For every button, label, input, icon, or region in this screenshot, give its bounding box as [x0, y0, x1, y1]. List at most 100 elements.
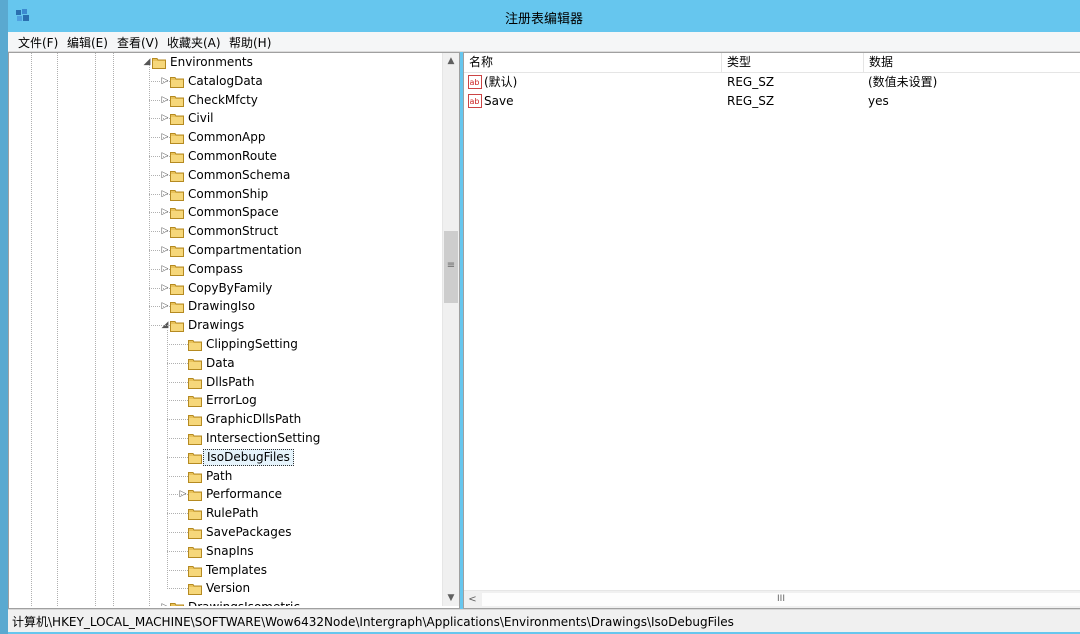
tree-node[interactable]: ▷ CommonShip — [9, 185, 439, 204]
tree-guide-line — [167, 550, 188, 552]
tree-guide-line — [167, 344, 188, 345]
column-type[interactable]: 类型 — [722, 53, 864, 72]
menu-help[interactable]: 帮助(H) — [227, 33, 273, 52]
tree-node-label: Compartmentation — [188, 243, 302, 257]
tree-node[interactable]: Path — [9, 467, 439, 486]
tree-guide-line — [149, 306, 170, 308]
tree-node[interactable]: RulePath — [9, 504, 439, 523]
value-type: REG_SZ — [727, 75, 775, 89]
folder-icon — [170, 282, 184, 295]
tree-node-label: ErrorLog — [206, 393, 257, 408]
scroll-up-button[interactable]: ▲ — [443, 53, 459, 69]
tree-node-label: IsoDebugFiles — [203, 448, 294, 466]
tree-node[interactable]: Version — [9, 579, 439, 598]
list-horizontal-scrollbar[interactable]: < III — [464, 590, 1080, 608]
folder-icon — [188, 451, 202, 464]
tree-node-label: CommonStruct — [188, 224, 279, 239]
list-header: 名称 类型 数据 — [464, 53, 1080, 73]
tree-node-label: CommonApp — [188, 130, 266, 145]
tree-node[interactable]: ClippingSetting — [9, 335, 439, 354]
tree-node[interactable]: ▷ CheckMfcty — [9, 91, 439, 110]
tree-node[interactable]: Templates — [9, 561, 439, 580]
tree-node-label: Path — [206, 468, 233, 483]
tree-node-label: GraphicDllsPath — [206, 412, 302, 427]
svg-text:ab: ab — [470, 78, 480, 87]
tree-node[interactable]: Data — [9, 354, 439, 373]
string-value-icon: ab — [468, 75, 482, 89]
folder-icon — [188, 470, 202, 483]
folder-icon — [188, 582, 202, 596]
value-data: (数值未设置) — [868, 75, 938, 89]
tree-node-label: CommonSchema — [188, 167, 291, 182]
tree-node[interactable]: ▷ CommonRoute — [9, 147, 439, 166]
tree-node-label: RulePath — [206, 506, 259, 521]
title-bar[interactable]: 注册表编辑器 — [8, 0, 1080, 32]
tree-guide-line — [167, 456, 188, 458]
tree-node-label: Version — [206, 581, 251, 596]
collapse-arrow-icon[interactable]: ◢ — [142, 53, 152, 72]
column-data[interactable]: 数据 — [864, 53, 1080, 72]
folder-icon — [170, 300, 184, 314]
tree-node[interactable]: ▷ CommonSchema — [9, 166, 439, 185]
scroll-left-button[interactable]: < — [464, 591, 481, 608]
menu-view[interactable]: 查看(V) — [115, 33, 161, 52]
tree-node-label: Drawings — [188, 318, 245, 333]
scroll-down-button[interactable]: ▼ — [443, 590, 459, 606]
tree-node[interactable]: ErrorLog — [9, 391, 439, 410]
menu-edit[interactable]: 编辑(E) — [65, 33, 110, 52]
string-value-icon: ab — [468, 94, 482, 108]
tree-node-label: CommonRoute — [188, 149, 277, 163]
tree-vertical-scrollbar[interactable]: ▲ ≡ ▼ — [442, 53, 459, 606]
tree-node[interactable]: ▷ CommonSpace — [9, 203, 439, 222]
tree-node[interactable]: ▷ Compartmentation — [9, 241, 439, 260]
tree-node[interactable]: ▷ CommonStruct — [9, 222, 439, 241]
expand-arrow-icon[interactable]: ▷ — [160, 598, 170, 606]
tree-node[interactable]: SavePackages — [9, 523, 439, 542]
tree-node-label: DllsPath — [206, 374, 255, 389]
tree-node[interactable]: ▷ Compass — [9, 260, 439, 279]
tree-node[interactable]: IsoDebugFiles — [9, 448, 439, 467]
tree-node[interactable]: ▷ Performance — [9, 485, 439, 504]
value-row[interactable]: ab Save REG_SZ yes — [464, 92, 1080, 111]
tree-node[interactable]: ▷ CopyByFamily — [9, 279, 439, 298]
tree-guide-line — [149, 287, 170, 289]
tree-node[interactable]: ▷ Civil — [9, 109, 439, 128]
folder-icon — [170, 319, 184, 333]
value-row[interactable]: ab (默认) REG_SZ (数值未设置) — [464, 73, 1080, 92]
tree-guide-line — [149, 268, 170, 270]
current-key-path: 计算机\HKEY_LOCAL_MACHINE\SOFTWARE\Wow6432N… — [12, 615, 734, 629]
tree-node[interactable]: DllsPath — [9, 373, 439, 392]
tree-guide-line — [149, 193, 170, 195]
tree-node-label: CopyByFamily — [188, 280, 273, 295]
tree-guide-line — [149, 231, 170, 233]
value-list-pane: 名称 类型 数据 ab (默认) REG_SZ (数值未设置) ab Save … — [463, 52, 1080, 609]
folder-icon — [170, 75, 184, 88]
menu-file[interactable]: 文件(F) — [16, 33, 60, 52]
menu-favorites[interactable]: 收藏夹(A) — [165, 33, 223, 52]
folder-icon — [170, 150, 184, 163]
scroll-thumb[interactable]: III — [482, 593, 1080, 606]
tree-guide-line — [149, 325, 170, 327]
folder-icon — [170, 225, 184, 239]
tree-node[interactable]: ▷ DrawingsIsometric — [9, 598, 439, 606]
tree-node[interactable]: ◢ Drawings — [9, 316, 439, 335]
tree-node[interactable]: IntersectionSetting — [9, 429, 439, 448]
tree-node-label: CommonShip — [188, 186, 269, 201]
tree-node[interactable]: ▷ DrawingIso — [9, 297, 439, 316]
folder-icon — [170, 94, 184, 107]
scroll-thumb[interactable]: ≡ — [444, 231, 458, 303]
tree-node[interactable]: SnapIns — [9, 542, 439, 561]
tree-node-label: CheckMfcty — [188, 92, 258, 107]
tree-node[interactable]: ▷ CommonApp — [9, 128, 439, 147]
tree-node[interactable]: ▷ CatalogData — [9, 72, 439, 91]
folder-icon — [188, 394, 202, 408]
value-type: REG_SZ — [727, 94, 775, 108]
tree-node-label: DrawingsIsometric — [185, 598, 303, 606]
tree-node[interactable]: GraphicDllsPath — [9, 410, 439, 429]
tree-node[interactable]: ◢ Environments — [9, 53, 439, 72]
folder-icon — [188, 507, 202, 521]
column-name[interactable]: 名称 — [464, 53, 722, 72]
value-data: yes — [868, 94, 889, 108]
tree-guide-line — [167, 494, 188, 496]
folder-icon — [170, 188, 184, 201]
